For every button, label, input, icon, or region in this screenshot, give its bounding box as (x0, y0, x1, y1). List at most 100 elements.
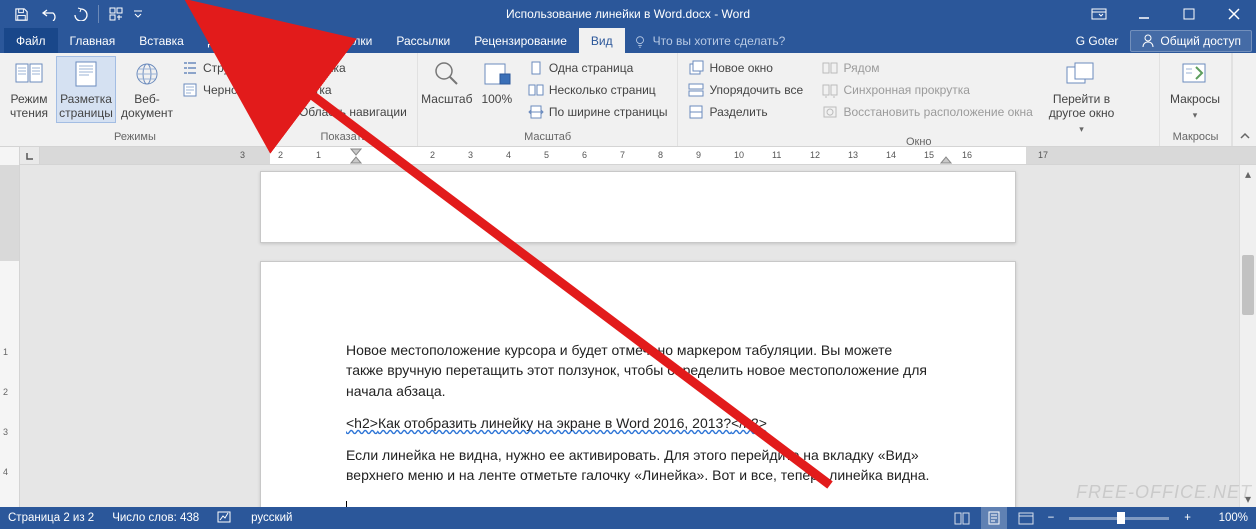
ruler-tick: 2 (430, 150, 435, 160)
zoom-slider-knob[interactable] (1117, 512, 1125, 524)
ruler-checkbox[interactable]: Линейка (277, 58, 411, 78)
arrange-icon (688, 82, 704, 98)
outline-button[interactable]: Структура (178, 58, 264, 78)
ruler-tick: 11 (772, 150, 781, 160)
tab-layout[interactable]: Макет (260, 28, 318, 53)
ruler-tick: 3 (468, 150, 473, 160)
page-width-icon (528, 104, 544, 120)
split-label: Разделить (709, 105, 767, 119)
zoom-out-button[interactable]: − (1045, 512, 1058, 524)
doc-heading-line[interactable]: <h2>Как отобразить линейку на экране в W… (346, 413, 930, 433)
right-indent-icon[interactable] (940, 155, 952, 164)
navpane-checkbox[interactable]: Область навигации (277, 102, 411, 122)
status-page[interactable]: Страница 2 из 2 (8, 512, 94, 524)
ruler-tick: 16 (962, 150, 972, 160)
tab-mailings[interactable]: Рассылки (384, 28, 462, 53)
ruler-tick: 2 (278, 150, 283, 160)
scroll-down-button[interactable]: ▾ (1240, 490, 1256, 507)
ribbon-options-button[interactable] (1076, 0, 1121, 28)
status-web-layout[interactable] (1013, 507, 1039, 529)
web-layout-button[interactable]: Веб-документ (120, 56, 174, 123)
reset-pos-label: Восстановить расположение окна (843, 105, 1032, 119)
vertical-scrollbar[interactable]: ▴ ▾ (1239, 165, 1256, 507)
tab-insert[interactable]: Вставка (127, 28, 196, 53)
split-button[interactable]: Разделить (684, 102, 814, 122)
zoom-100-button[interactable]: 100% (474, 56, 520, 109)
ruler-tick: 7 (620, 150, 625, 160)
multi-page-label: Несколько страниц (549, 83, 656, 97)
tab-file[interactable]: Файл (4, 28, 58, 53)
read-mode-button[interactable]: Режим чтения (6, 56, 52, 123)
share-button[interactable]: Общий доступ (1130, 30, 1252, 52)
doc-paragraph-2[interactable]: Если линейка не видна, нужно ее активиро… (346, 445, 930, 486)
qat-customize-button[interactable] (131, 0, 145, 28)
switch-windows-button[interactable]: Перейти в другое окно▾ (1042, 56, 1120, 136)
group-window: Новое окно Упорядочить все Разделить Ряд… (678, 53, 1160, 146)
redo-button[interactable] (66, 0, 96, 28)
status-proofing-icon[interactable] (217, 510, 233, 527)
zoom-level[interactable]: 100% (1200, 512, 1248, 524)
page-width-button[interactable]: По ширине страницы (524, 102, 672, 122)
horizontal-ruler[interactable]: 3211234567891011121314151617 (40, 147, 1256, 164)
multi-page-button[interactable]: Несколько страниц (524, 80, 672, 100)
tab-selector[interactable] (20, 147, 40, 164)
zoom-button[interactable]: Масштаб (424, 56, 470, 109)
undo-button[interactable] (36, 0, 66, 28)
tab-review[interactable]: Рецензирование (462, 28, 579, 53)
macros-button[interactable]: Макросы▾ (1166, 56, 1224, 122)
arrange-all-button[interactable]: Упорядочить все (684, 80, 814, 100)
minimize-button[interactable] (1121, 0, 1166, 28)
pages-scroll[interactable]: Новое местоположение курсора и будет отм… (20, 165, 1256, 507)
print-layout-button[interactable]: Разметка страницы (56, 56, 116, 123)
tab-references[interactable]: Ссылки (318, 28, 384, 53)
one-page-label: Одна страница (549, 61, 633, 75)
title-bar: Использование линейки в Word.docx - Word (0, 0, 1256, 28)
save-button[interactable] (6, 0, 36, 28)
split-icon (688, 104, 704, 120)
group-views: Режим чтения Разметка страницы Веб-докум… (0, 53, 271, 146)
vertical-ruler[interactable]: 1 2 3 4 (0, 147, 20, 507)
touch-mode-button[interactable] (101, 0, 131, 28)
lightbulb-icon (633, 34, 647, 48)
reset-position-button: Восстановить расположение окна (818, 102, 1038, 122)
web-layout-label: Веб-документ (121, 93, 173, 121)
scroll-up-button[interactable]: ▴ (1240, 165, 1256, 182)
first-line-indent-icon[interactable] (350, 148, 362, 164)
status-read-mode[interactable] (949, 507, 975, 529)
scroll-thumb[interactable] (1242, 255, 1254, 315)
zoom-100-icon (481, 58, 513, 90)
maximize-button[interactable] (1166, 0, 1211, 28)
new-window-button[interactable]: Новое окно (684, 58, 814, 78)
print-layout-icon (70, 58, 102, 90)
tab-view[interactable]: Вид (579, 28, 625, 53)
page-2[interactable]: Новое местоположение курсора и будет отм… (260, 261, 1016, 507)
doc-caret-line[interactable] (346, 498, 930, 507)
zoom-slider[interactable] (1069, 517, 1169, 520)
switch-windows-label: Перейти в другое окно (1044, 93, 1118, 121)
tab-home[interactable]: Главная (58, 28, 128, 53)
status-bar: Страница 2 из 2 Число слов: 438 русский … (0, 507, 1256, 529)
person-icon (1141, 34, 1155, 48)
ruler-tick: 12 (810, 150, 820, 160)
close-button[interactable] (1211, 0, 1256, 28)
doc-paragraph-1[interactable]: Новое местоположение курсора и будет отм… (346, 340, 930, 401)
ruler-tick: 6 (582, 150, 587, 160)
zoom-in-button[interactable]: + (1181, 512, 1194, 524)
print-layout-label: Разметка страницы (58, 93, 114, 121)
tab-design[interactable]: Дизайн (196, 28, 260, 53)
sync-scroll-button: Синхронная прокрутка (818, 80, 1038, 100)
status-language[interactable]: русский (251, 512, 292, 524)
draft-button[interactable]: Черновик (178, 80, 264, 100)
share-label: Общий доступ (1160, 34, 1241, 48)
quick-access-toolbar (0, 0, 145, 28)
ruler-tick: 15 (924, 150, 934, 160)
one-page-button[interactable]: Одна страница (524, 58, 672, 78)
status-print-layout[interactable] (981, 507, 1007, 529)
collapse-ribbon-button[interactable] (1232, 53, 1256, 146)
draft-icon (182, 82, 198, 98)
status-wordcount[interactable]: Число слов: 438 (112, 512, 199, 524)
ruler-tick: 13 (848, 150, 858, 160)
account-name[interactable]: G Goter (1068, 34, 1127, 48)
tell-me-search[interactable]: Что вы хотите сделать? (633, 28, 786, 53)
gridlines-checkbox[interactable]: Сетка (277, 80, 411, 100)
